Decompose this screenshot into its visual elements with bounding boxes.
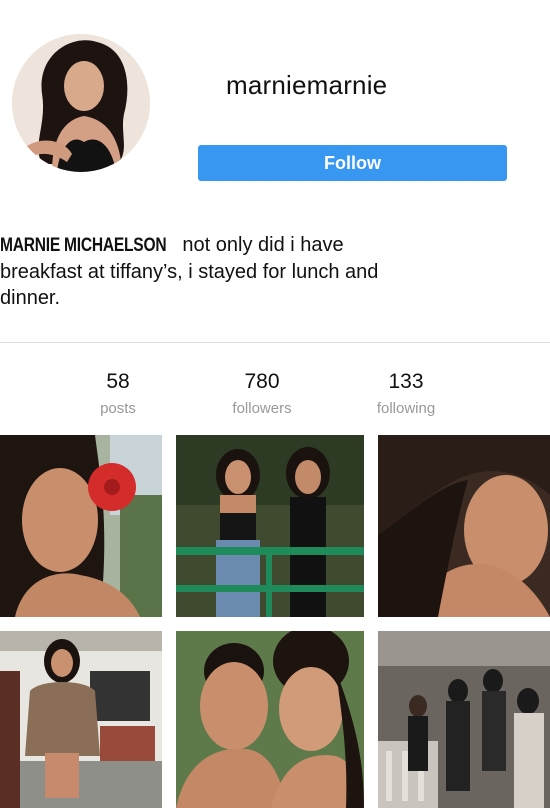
stat-following-value: 133 — [388, 370, 424, 393]
stat-followers[interactable]: 780 followers — [222, 370, 302, 417]
stat-following-label: following — [376, 400, 436, 417]
profile-username: marniemarnie — [226, 70, 388, 100]
profile-avatar[interactable] — [12, 34, 150, 172]
post-thumbnail[interactable] — [378, 435, 550, 617]
stat-posts-label: posts — [100, 400, 136, 417]
divider — [0, 342, 550, 343]
stat-posts[interactable]: 58 posts — [88, 370, 148, 417]
follow-button[interactable]: Follow — [198, 145, 507, 181]
post-thumbnail[interactable] — [0, 435, 162, 617]
post-thumbnail[interactable] — [0, 631, 162, 808]
post-thumbnail[interactable] — [176, 631, 364, 808]
profile-bio: MARNIE MICHAELSON not only did i have br… — [0, 232, 420, 311]
stat-followers-label: followers — [232, 400, 292, 417]
post-thumbnail[interactable] — [176, 435, 364, 617]
stat-following[interactable]: 133 following — [366, 370, 446, 417]
stat-posts-value: 58 — [106, 370, 130, 393]
post-thumbnail[interactable] — [378, 631, 550, 808]
stat-followers-value: 780 — [244, 370, 280, 393]
bio-name: MARNIE MICHAELSON — [0, 235, 167, 256]
